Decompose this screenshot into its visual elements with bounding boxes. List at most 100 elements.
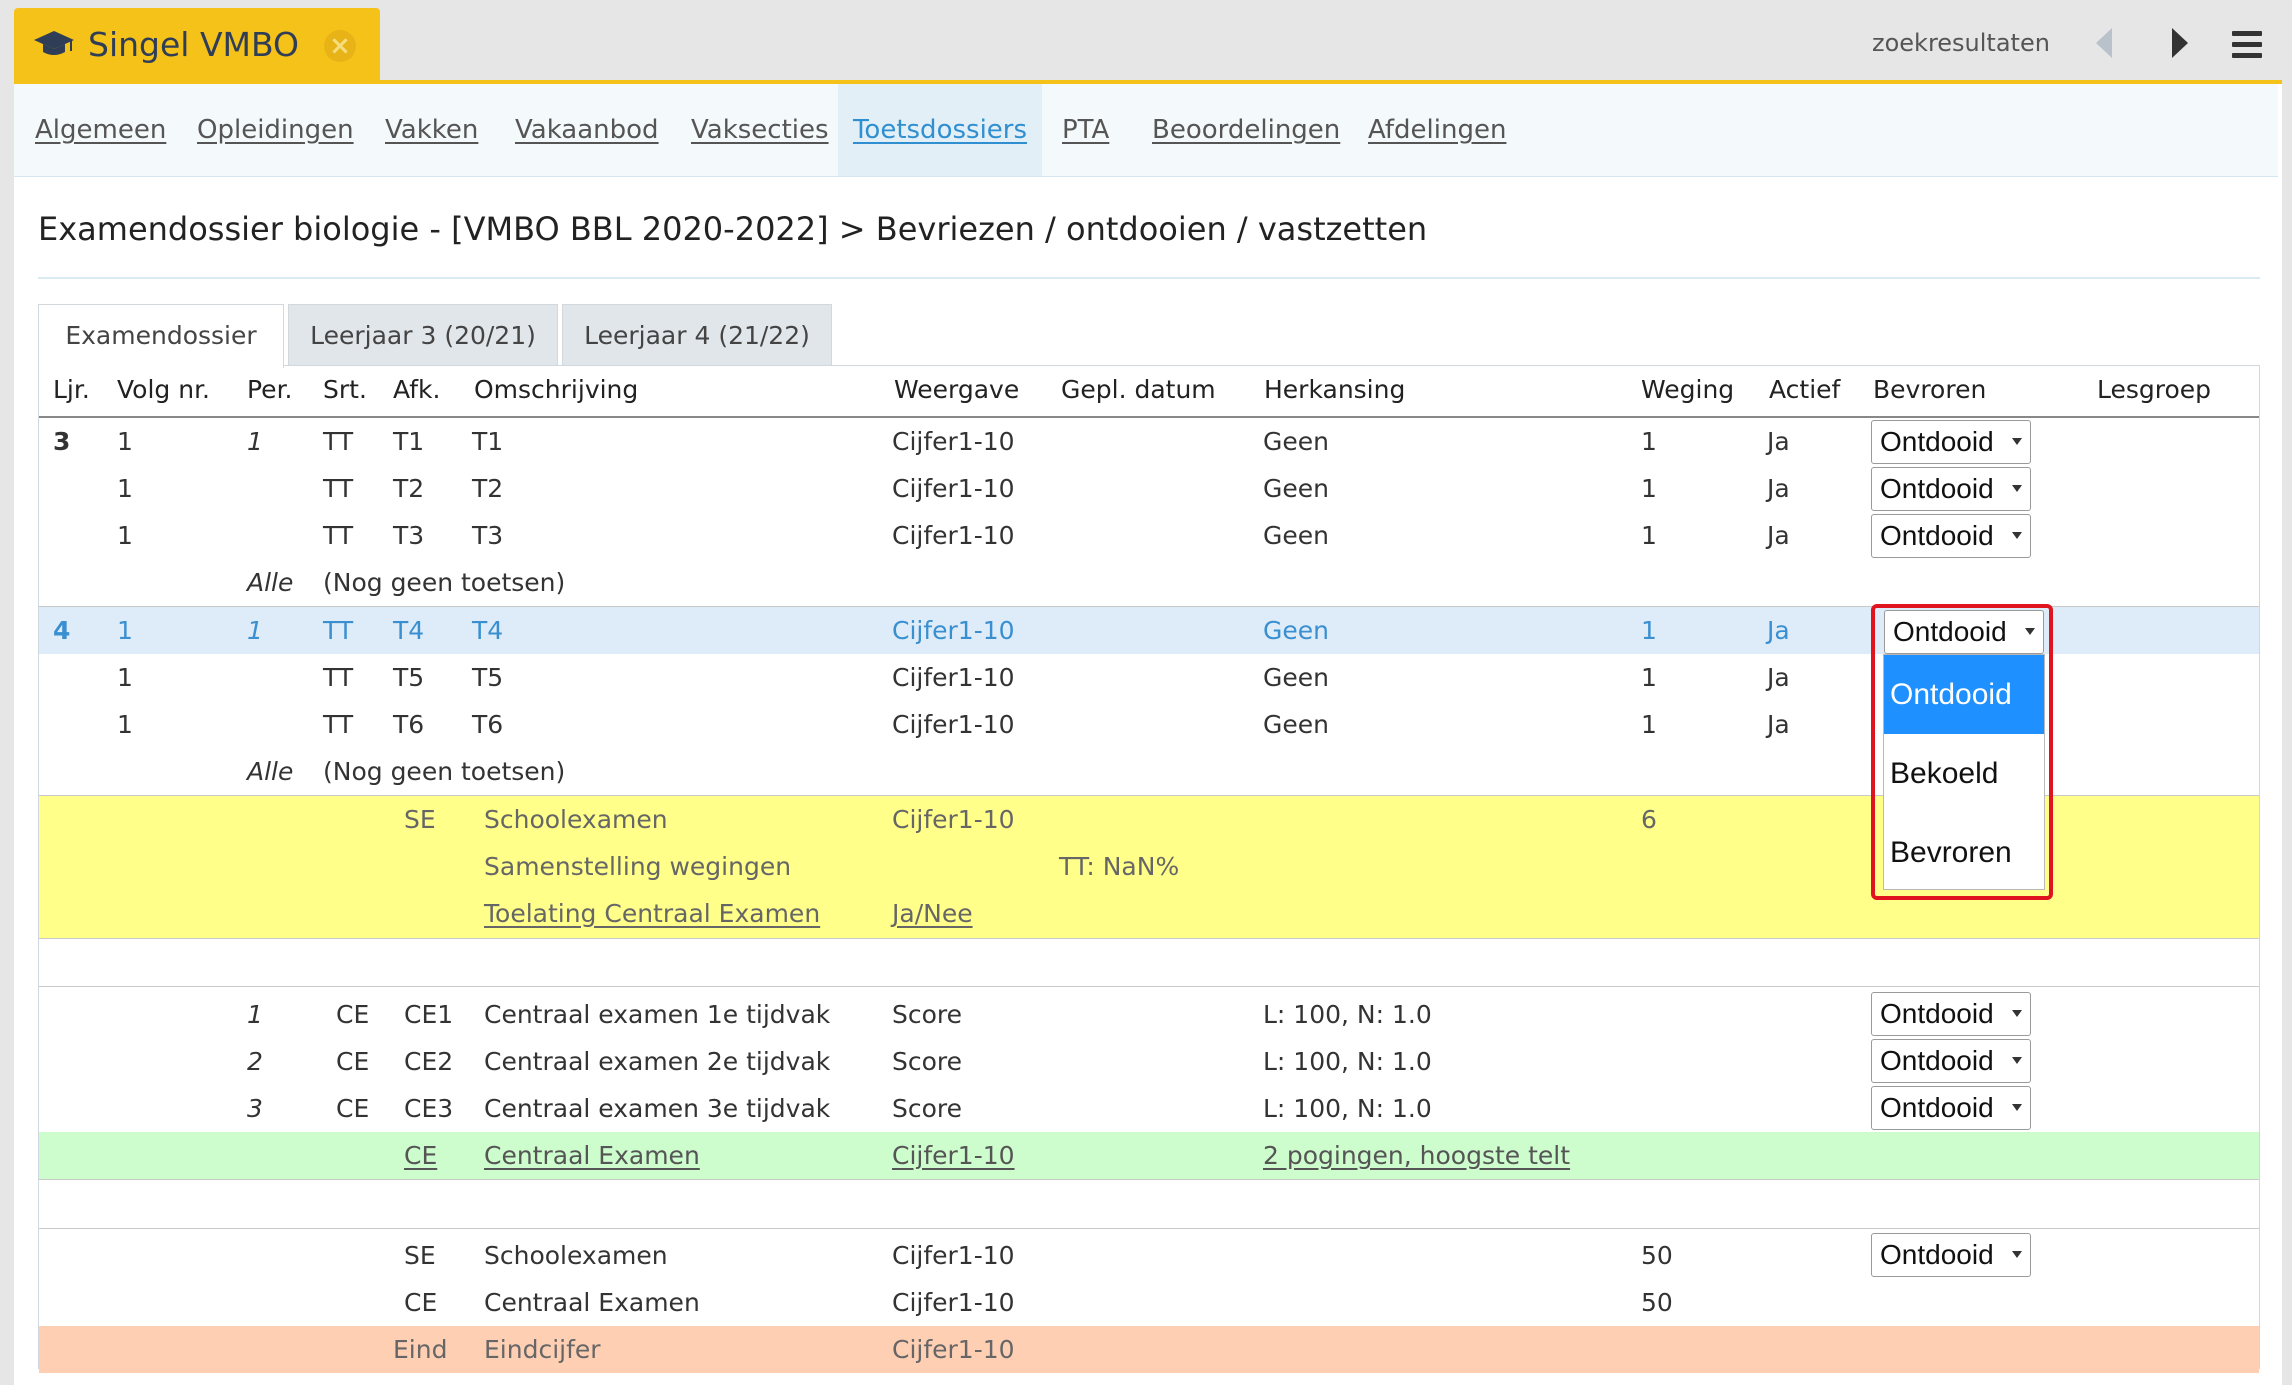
cell-omschrijving: Centraal examen 3e tijdvak: [484, 1094, 831, 1123]
nav-beoordelingen[interactable]: Beoordelingen: [1152, 84, 1340, 176]
dropdown-arrow-icon: [2012, 438, 2022, 445]
pogingen-link[interactable]: 2 pogingen, hoogste telt: [1263, 1141, 1570, 1170]
col-actief: Actief: [1769, 375, 1841, 404]
table-row[interactable]: CE Centraal Examen Cijfer1-10 50: [39, 1279, 2259, 1326]
cell-omschrijving: T1: [472, 427, 504, 456]
bevroren-select[interactable]: Ontdooid: [1871, 514, 2031, 558]
select-value: Ontdooid: [1880, 998, 1994, 1029]
col-volg: Volg nr.: [117, 375, 210, 404]
cell-weging: 1: [1641, 663, 1657, 692]
cell-weergave: Cijfer1-10: [892, 616, 1015, 645]
cell-omschrijving: T3: [472, 521, 504, 550]
cell-srt: TT: [323, 710, 354, 739]
cell-ljr: 4: [53, 616, 71, 645]
table-row[interactable]: 3 CE CE3 Centraal examen 3e tijdvak Scor…: [39, 1085, 2259, 1132]
nav-pta[interactable]: PTA: [1062, 84, 1109, 176]
cell-afk: SE: [404, 805, 436, 834]
cell-weergave: Cijfer1-10: [892, 1335, 1015, 1364]
toelating-link[interactable]: Toelating Centraal Examen: [484, 899, 820, 928]
bevroren-select[interactable]: Ontdooid: [1871, 420, 2031, 464]
ce-afk-link[interactable]: CE: [404, 1141, 437, 1170]
dropdown-arrow-icon: [2012, 1104, 2022, 1111]
row-separator: [39, 986, 2259, 987]
cell-afk: T4: [393, 616, 425, 645]
table-row[interactable]: 1 TT T3 T3 Cijfer1-10 Geen 1 Ja Ontdooid: [39, 512, 2259, 559]
tab-leerjaar-3[interactable]: Leerjaar 3 (20/21): [288, 304, 558, 366]
select-value: Ontdooid: [1880, 1239, 1994, 1270]
row-separator: [39, 938, 2259, 939]
select-value: Ontdooid: [1880, 1092, 1994, 1123]
cell-weging: 1: [1641, 427, 1657, 456]
cell-omschrijving: T6: [472, 710, 504, 739]
cell-weergave: Cijfer1-10: [892, 521, 1015, 550]
dropdown-arrow-icon: [2012, 1010, 2022, 1017]
nav-vakaanbod[interactable]: Vakaanbod: [515, 84, 659, 176]
ja-nee-link[interactable]: Ja/Nee: [892, 899, 973, 928]
dropdown-arrow-icon: [2012, 532, 2022, 539]
table-row[interactable]: SE Schoolexamen Cijfer1-10 50 Ontdooid: [39, 1232, 2259, 1279]
cell-per: 3: [247, 1094, 263, 1123]
bevroren-select[interactable]: Ontdooid: [1871, 1086, 2031, 1130]
cell-omschrijving: Schoolexamen: [484, 1241, 668, 1270]
bevroren-select[interactable]: Ontdooid: [1871, 992, 2031, 1036]
app-tab[interactable]: Singel VMBO ×: [14, 8, 380, 80]
search-results-link[interactable]: zoekresultaten: [1872, 29, 2050, 57]
cell-afk: CE3: [404, 1094, 454, 1123]
bevroren-select[interactable]: Ontdooid: [1871, 467, 2031, 511]
next-arrow-icon[interactable]: [2170, 28, 2190, 58]
nav-algemeen[interactable]: Algemeen: [35, 84, 166, 176]
table-row[interactable]: 2 CE CE2 Centraal examen 2e tijdvak Scor…: [39, 1038, 2259, 1085]
cell-weergave: Cijfer1-10: [892, 1288, 1015, 1317]
cell-volg: 1: [117, 616, 133, 645]
page-title: Examendossier biologie - [VMBO BBL 2020-…: [38, 210, 1428, 248]
cell-srt: TT: [323, 427, 354, 456]
cell-weging: 1: [1641, 474, 1657, 503]
cell-note: (Nog geen toetsen): [323, 568, 566, 597]
cell-srt: TT: [323, 521, 354, 550]
cell-weergave: Cijfer1-10: [892, 710, 1015, 739]
col-gepl-datum: Gepl. datum: [1061, 375, 1216, 404]
table-row[interactable]: 1 CE CE1 Centraal examen 1e tijdvak Scor…: [39, 991, 2259, 1038]
cell-per: 1: [247, 427, 263, 456]
menu-icon[interactable]: [2232, 31, 2262, 64]
bevroren-select[interactable]: Ontdooid: [1871, 1039, 2031, 1083]
tab-examendossier[interactable]: Examendossier: [38, 304, 284, 368]
cell-omschrijving: T2: [472, 474, 504, 503]
nav-toetsdossiers[interactable]: Toetsdossiers: [838, 84, 1042, 176]
cell-per: 1: [247, 1000, 263, 1029]
bevroren-select[interactable]: Ontdooid: [1871, 1233, 2031, 1277]
cell-per: Alle: [247, 568, 294, 597]
highlight-frame: [1871, 604, 2053, 900]
cell-afk: CE: [404, 1288, 438, 1317]
cell-afk: SE: [404, 1241, 436, 1270]
nav-vaksecties[interactable]: Vaksecties: [691, 84, 829, 176]
cijfer-link[interactable]: Cijfer1-10: [892, 1141, 1015, 1170]
col-weergave: Weergave: [894, 375, 1020, 404]
cell-herkansing: L: 100, N: 1.0: [1263, 1094, 1432, 1123]
previous-arrow-icon[interactable]: [2094, 28, 2114, 58]
tab-leerjaar-4[interactable]: Leerjaar 4 (21/22): [562, 304, 832, 366]
table-row[interactable]: 1 TT T2 T2 Cijfer1-10 Geen 1 Ja Ontdooid: [39, 465, 2259, 512]
close-icon[interactable]: ×: [324, 30, 356, 62]
cell-afk: Eind: [393, 1335, 448, 1364]
table-row[interactable]: CE Centraal Examen Cijfer1-10 2 pogingen…: [39, 1132, 2259, 1179]
app-title: Singel VMBO: [88, 24, 300, 64]
cell-srt: TT: [323, 663, 354, 692]
cell-srt: TT: [323, 474, 354, 503]
cell-omschrijving: Centraal examen 2e tijdvak: [484, 1047, 831, 1076]
graduation-cap-icon: [34, 31, 74, 55]
table-row[interactable]: Eind Eindcijfer Cijfer1-10: [39, 1326, 2259, 1373]
top-bar: Singel VMBO × zoekresultaten: [0, 0, 2292, 80]
cell-weging: 1: [1641, 521, 1657, 550]
nav-vakken[interactable]: Vakken: [385, 84, 478, 176]
dropdown-arrow-icon: [2012, 1057, 2022, 1064]
centraal-examen-link[interactable]: Centraal Examen: [484, 1141, 700, 1170]
nav-opleidingen[interactable]: Opleidingen: [197, 84, 354, 176]
cell-afk: CE1: [404, 1000, 454, 1029]
table-row[interactable]: 3 1 1 TT T1 T1 Cijfer1-10 Geen 1 Ja Ontd…: [39, 418, 2259, 465]
cell-omschrijving: Samenstelling wegingen: [484, 852, 792, 881]
nav-afdelingen[interactable]: Afdelingen: [1368, 84, 1506, 176]
cell-weergave: Cijfer1-10: [892, 474, 1015, 503]
cell-omschrijving: T4: [472, 616, 504, 645]
main-navigation: Algemeen Opleidingen Vakken Vakaanbod Va…: [14, 84, 2278, 177]
